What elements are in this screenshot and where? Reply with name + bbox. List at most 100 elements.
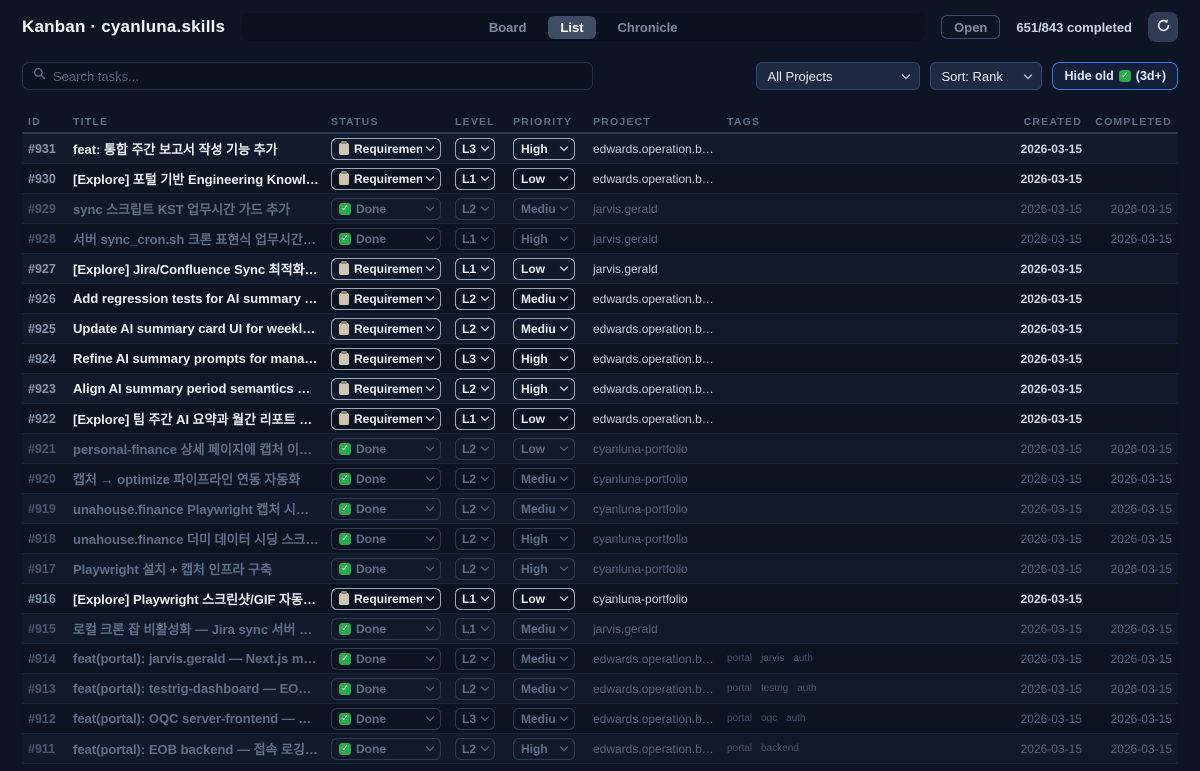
table-row[interactable]: #929 sync 스크립트 KST 업무시간 가드 추가 Done L2 Me… xyxy=(22,194,1178,224)
table-row[interactable]: #917 Playwright 설치 + 캡처 인프라 구축 Done L2 H… xyxy=(22,554,1178,584)
table-row[interactable]: #919 unahouse.finance Playwright 캡처 시나리오… xyxy=(22,494,1178,524)
level-select[interactable]: L2 xyxy=(455,318,495,340)
check-icon xyxy=(339,683,351,695)
status-select[interactable]: Requirements xyxy=(331,408,441,430)
table-row[interactable]: #924 Refine AI summary prompts for manag… xyxy=(22,344,1178,374)
table-row[interactable]: #923 Align AI summary period semantics w… xyxy=(22,374,1178,404)
status-select[interactable]: Done xyxy=(331,468,441,490)
level-select[interactable]: L2 xyxy=(455,498,495,520)
priority-select[interactable]: Medium xyxy=(513,618,575,640)
status-select[interactable]: Done xyxy=(331,498,441,520)
chevron-down-icon xyxy=(426,473,434,481)
level-select[interactable]: L2 xyxy=(455,468,495,490)
check-icon xyxy=(1119,70,1131,82)
level-select[interactable]: L1 xyxy=(455,168,495,190)
table-row[interactable]: #926 Add regression tests for AI summary… xyxy=(22,284,1178,314)
level-select[interactable]: L1 xyxy=(455,228,495,250)
table-row[interactable]: #915 로컬 크론 잡 비활성화 — Jira sync 서버 이관 Done… xyxy=(22,614,1178,644)
status-select[interactable]: Done xyxy=(331,648,441,670)
status-select[interactable]: Requirements xyxy=(331,138,441,160)
priority-select[interactable]: Medium xyxy=(513,678,575,700)
level-select[interactable]: L2 xyxy=(455,558,495,580)
priority-select[interactable]: High xyxy=(513,228,575,250)
status-select[interactable]: Requirements xyxy=(331,318,441,340)
priority-select[interactable]: Low xyxy=(513,258,575,280)
status-select[interactable]: Done xyxy=(331,528,441,550)
status-select[interactable]: Done xyxy=(331,678,441,700)
level-select[interactable]: L2 xyxy=(455,438,495,460)
level-select[interactable]: L3 xyxy=(455,138,495,160)
task-project: edwards.operation.board xyxy=(587,682,721,696)
status-select[interactable]: Requirements xyxy=(331,168,441,190)
table-row[interactable]: #930 [Explore] 포털 기반 Engineering Knowled… xyxy=(22,164,1178,194)
chevron-down-icon xyxy=(560,143,568,151)
table-row[interactable]: #912 feat(portal): OQC server-frontend —… xyxy=(22,704,1178,734)
tab-list[interactable]: List xyxy=(548,16,595,39)
priority-select[interactable]: High xyxy=(513,378,575,400)
priority-select[interactable]: Medium xyxy=(513,648,575,670)
priority-select[interactable]: High xyxy=(513,558,575,580)
table-row[interactable]: #918 unahouse.finance 더미 데이터 시딩 스크립트 Don… xyxy=(22,524,1178,554)
level-select[interactable]: L2 xyxy=(455,738,495,760)
table-row[interactable]: #911 feat(portal): EOB backend — 접속 로깅 +… xyxy=(22,734,1178,764)
priority-select[interactable]: Medium xyxy=(513,318,575,340)
priority-select[interactable]: High xyxy=(513,738,575,760)
table-row[interactable]: #931 feat: 통합 주간 보고서 작성 기능 추가 Requiremen… xyxy=(22,134,1178,164)
level-select[interactable]: L2 xyxy=(455,528,495,550)
check-icon xyxy=(339,233,351,245)
level-select[interactable]: L3 xyxy=(455,348,495,370)
priority-select[interactable]: Medium xyxy=(513,708,575,730)
status-select[interactable]: Requirements xyxy=(331,378,441,400)
priority-select[interactable]: Medium xyxy=(513,288,575,310)
status-select[interactable]: Requirements xyxy=(331,258,441,280)
level-select[interactable]: L2 xyxy=(455,198,495,220)
table-row[interactable]: #921 personal-finance 상세 페이지에 캡처 이미지 배치 … xyxy=(22,434,1178,464)
table-row[interactable]: #916 [Explore] Playwright 스크린샷/GIF 자동 캡처… xyxy=(22,584,1178,614)
level-select[interactable]: L2 xyxy=(455,648,495,670)
status-select[interactable]: Done xyxy=(331,228,441,250)
priority-select[interactable]: High xyxy=(513,348,575,370)
level-select[interactable]: L2 xyxy=(455,678,495,700)
level-select[interactable]: L2 xyxy=(455,288,495,310)
priority-select[interactable]: Low xyxy=(513,588,575,610)
refresh-button[interactable] xyxy=(1148,12,1178,42)
priority-select[interactable]: Low xyxy=(513,408,575,430)
level-select[interactable]: L3 xyxy=(455,708,495,730)
table-row[interactable]: #922 [Explore] 팀 주간 AI 요약과 월간 리포트 실효성 개선… xyxy=(22,404,1178,434)
level-select[interactable]: L2 xyxy=(455,378,495,400)
status-select[interactable]: Done xyxy=(331,708,441,730)
status-select[interactable]: Done xyxy=(331,618,441,640)
status-select[interactable]: Done xyxy=(331,558,441,580)
status-select[interactable]: Requirements xyxy=(331,588,441,610)
priority-select[interactable]: High xyxy=(513,138,575,160)
search-input[interactable] xyxy=(53,69,582,84)
status-select[interactable]: Done xyxy=(331,198,441,220)
tab-chronicle[interactable]: Chronicle xyxy=(606,16,690,39)
level-select[interactable]: L1 xyxy=(455,618,495,640)
status-select[interactable]: Requirements xyxy=(331,348,441,370)
tab-board[interactable]: Board xyxy=(477,16,539,39)
open-filter-button[interactable]: Open xyxy=(941,15,1000,39)
project-filter-select[interactable]: All Projects xyxy=(756,62,920,90)
level-select[interactable]: L1 xyxy=(455,588,495,610)
priority-select[interactable]: Medium xyxy=(513,198,575,220)
status-select[interactable]: Requirements xyxy=(331,288,441,310)
priority-select[interactable]: Low xyxy=(513,438,575,460)
table-row[interactable]: #920 캡처 → optimize 파이프라인 연동 자동화 Done L2 … xyxy=(22,464,1178,494)
table-row[interactable]: #925 Update AI summary card UI for weekl… xyxy=(22,314,1178,344)
table-row[interactable]: #913 feat(portal): testrig-dashboard — E… xyxy=(22,674,1178,704)
priority-select[interactable]: Medium xyxy=(513,468,575,490)
priority-select[interactable]: Low xyxy=(513,168,575,190)
sort-select[interactable]: Sort: Rank xyxy=(930,62,1042,90)
table-row[interactable]: #914 feat(portal): jarvis.gerald — Next.… xyxy=(22,644,1178,674)
table-row[interactable]: #927 [Explore] Jira/Confluence Sync 최적화 … xyxy=(22,254,1178,284)
priority-select[interactable]: Medium xyxy=(513,498,575,520)
level-select[interactable]: L1 xyxy=(455,258,495,280)
hide-old-toggle[interactable]: Hide old (3d+) xyxy=(1052,62,1178,90)
status-select[interactable]: Done xyxy=(331,438,441,460)
priority-select[interactable]: High xyxy=(513,528,575,550)
status-select[interactable]: Done xyxy=(331,738,441,760)
table-row[interactable]: #928 서버 sync_cron.sh 크론 표현식 업무시간으로 변경 Do… xyxy=(22,224,1178,254)
level-select[interactable]: L1 xyxy=(455,408,495,430)
task-project: jarvis.gerald xyxy=(587,262,721,276)
